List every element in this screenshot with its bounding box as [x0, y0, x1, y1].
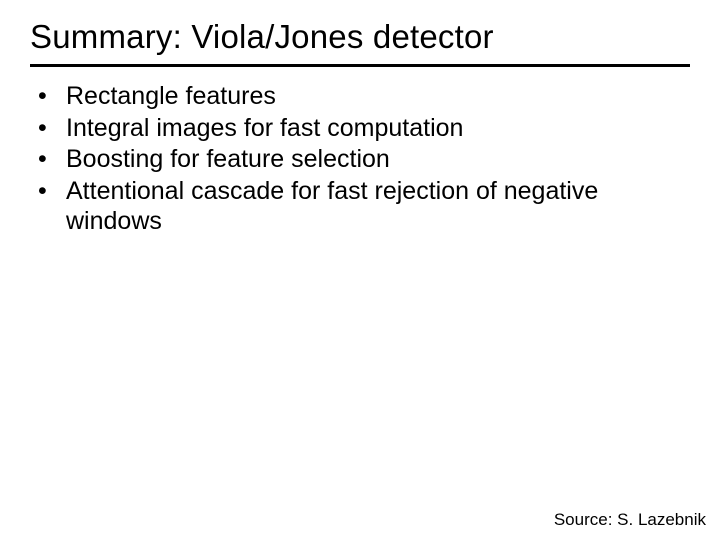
- bullet-list: Rectangle features Integral images for f…: [30, 81, 690, 237]
- list-item: Attentional cascade for fast rejection o…: [38, 176, 690, 237]
- slide-title: Summary: Viola/Jones detector: [30, 18, 690, 67]
- list-item: Integral images for fast computation: [38, 113, 690, 144]
- list-item: Boosting for feature selection: [38, 144, 690, 175]
- list-item: Rectangle features: [38, 81, 690, 112]
- source-attribution: Source: S. Lazebnik: [554, 510, 706, 530]
- slide-container: Summary: Viola/Jones detector Rectangle …: [0, 0, 720, 540]
